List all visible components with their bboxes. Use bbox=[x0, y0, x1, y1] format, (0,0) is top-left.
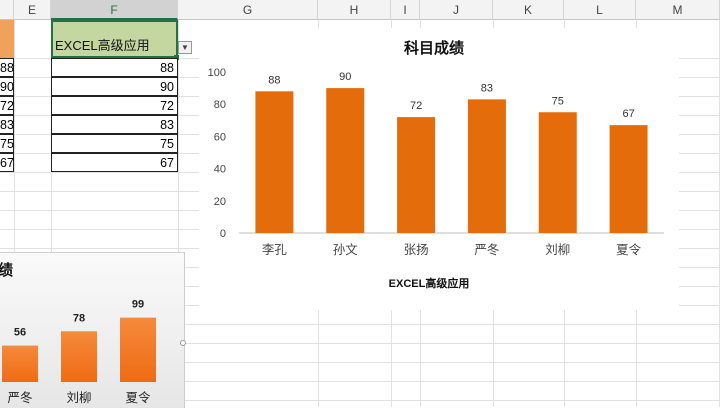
y-tick-label: 0 bbox=[220, 228, 226, 240]
cell-f-value[interactable]: 88 bbox=[51, 58, 178, 77]
x-tick-label: 严冬 bbox=[7, 390, 32, 405]
bar bbox=[609, 125, 648, 233]
data-label: 90 bbox=[339, 71, 351, 83]
secondary-bar-chart[interactable]: 绩 56 严冬 78 刘柳 99 夏令 bbox=[0, 252, 185, 408]
y-tick-label: 20 bbox=[214, 196, 226, 208]
cell-f-value[interactable]: 72 bbox=[51, 96, 178, 115]
bar bbox=[120, 317, 156, 382]
header-cell-f[interactable]: EXCEL高级应用 bbox=[51, 20, 178, 58]
y-tick-label: 60 bbox=[214, 131, 226, 143]
data-label: 78 bbox=[73, 312, 85, 324]
bar bbox=[538, 112, 577, 233]
cell-d-value[interactable]: 83 bbox=[0, 115, 14, 134]
secondary-chart-svg: 绩 56 严冬 78 刘柳 99 夏令 bbox=[0, 261, 156, 405]
main-bar-chart[interactable]: 科目成绩 0 20 40 60 80 100 88 李孔 90 孙文 72 张扬 83 严冬 75 刘柳 67 夏令… bbox=[199, 28, 679, 310]
column-header-f[interactable]: F bbox=[51, 0, 178, 20]
main-chart-svg: 科目成绩 0 20 40 60 80 100 88 李孔 90 孙文 72 张扬 83 严冬 75 刘柳 67 夏令… bbox=[208, 39, 664, 290]
bar bbox=[2, 345, 38, 382]
y-tick-label: 80 bbox=[214, 99, 226, 111]
data-label: 56 bbox=[14, 327, 26, 339]
bar bbox=[326, 88, 365, 233]
x-tick-label: 刘柳 bbox=[66, 391, 91, 405]
x-tick-label: 夏令 bbox=[616, 242, 642, 257]
data-label: 83 bbox=[481, 82, 493, 94]
cell-d-value[interactable]: 75 bbox=[0, 134, 14, 153]
data-label: 99 bbox=[132, 299, 144, 311]
column-header-h[interactable]: H bbox=[318, 0, 391, 20]
spreadsheet-grid[interactable]: E F G H I J K L M 88 90 72 83 75 67 EXCE… bbox=[0, 0, 720, 408]
column-header-m[interactable]: M bbox=[636, 0, 720, 20]
cell-d-value[interactable]: 90 bbox=[0, 77, 14, 96]
cell-f-value[interactable]: 90 bbox=[51, 77, 178, 96]
column-header-l[interactable]: L bbox=[564, 0, 636, 20]
bar bbox=[397, 117, 436, 233]
bar bbox=[467, 99, 506, 234]
x-tick-label: 张扬 bbox=[404, 242, 429, 257]
y-tick-label: 40 bbox=[214, 164, 226, 176]
data-label: 72 bbox=[410, 100, 422, 112]
header-cell-d-partial[interactable] bbox=[0, 20, 14, 58]
column-header-i[interactable]: I bbox=[391, 0, 420, 20]
x-tick-label: 孙文 bbox=[333, 242, 359, 257]
x-tick-label: 夏令 bbox=[125, 390, 151, 405]
data-label: 88 bbox=[268, 74, 280, 86]
x-tick-label: 严冬 bbox=[474, 242, 499, 257]
cell-d-value[interactable]: 72 bbox=[0, 96, 14, 115]
cell-d-value[interactable]: 88 bbox=[0, 58, 14, 77]
chart-resize-handle[interactable] bbox=[180, 340, 186, 346]
cell-d-value[interactable]: 67 bbox=[0, 153, 14, 172]
dropdown-arrow-icon[interactable]: ▼ bbox=[178, 41, 192, 54]
cell-f-value[interactable]: 67 bbox=[51, 153, 178, 172]
data-label: 75 bbox=[552, 95, 564, 107]
chart-title-partial: 绩 bbox=[0, 261, 13, 279]
bar bbox=[255, 91, 294, 233]
y-tick-label: 100 bbox=[208, 67, 226, 79]
column-header-k[interactable]: K bbox=[493, 0, 564, 20]
column-header-corner[interactable] bbox=[0, 0, 14, 20]
column-header-j[interactable]: J bbox=[420, 0, 493, 20]
cell-f-value[interactable]: 83 bbox=[51, 115, 178, 134]
chart-title: 科目成绩 bbox=[404, 39, 464, 57]
data-label: 67 bbox=[622, 108, 634, 120]
bar bbox=[61, 331, 97, 382]
cell-f-value[interactable]: 75 bbox=[51, 134, 178, 153]
x-tick-label: 李孔 bbox=[262, 242, 288, 257]
x-tick-label: 刘柳 bbox=[545, 243, 570, 257]
column-header-g[interactable]: G bbox=[178, 0, 318, 20]
x-axis-title: EXCEL高级应用 bbox=[389, 276, 470, 290]
column-header-e[interactable]: E bbox=[14, 0, 51, 20]
